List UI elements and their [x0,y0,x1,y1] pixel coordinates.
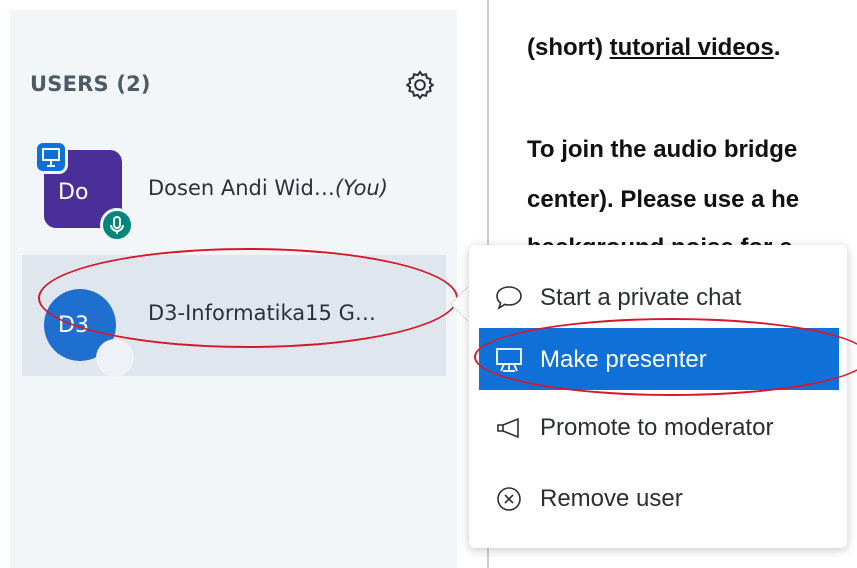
presentation-line-1: (short) tutorial videos. [527,34,781,61]
presentation-line-2: To join the audio bridge [527,136,798,163]
users-header: USERS (2) [30,72,151,96]
user-item-d3-informatika[interactable]: D3 D3-Informatika15 G… [22,255,446,377]
users-panel: USERS (2) Do Dosen Andi Wid…(You) D3 D3-… [10,10,457,568]
you-tag: (You) [334,176,388,200]
menu-item-make-presenter[interactable]: Make presenter [479,328,839,390]
user-name-me: Dosen Andi Wid…(You) [148,176,388,200]
status-dot-icon [96,339,134,377]
avatar-initials: Do [58,180,89,205]
avatar-initials: D3 [58,313,89,338]
presentation-line-3: center). Please use a he [527,186,800,213]
avatar: D3 [44,289,134,377]
tutorial-videos-link[interactable]: tutorial videos [610,34,774,61]
menu-item-label: Promote to moderator [540,414,774,441]
menu-item-label: Start a private chat [540,284,742,311]
user-name-d3: D3-Informatika15 G… [148,301,376,325]
menu-item-private-chat[interactable]: Start a private chat [479,266,839,328]
remove-circle-icon [497,487,521,511]
gear-icon[interactable] [403,68,437,102]
presenter-badge-icon [34,140,68,174]
user-context-menu: Start a private chat Make presenter Prom… [469,245,847,548]
megaphone-icon [497,417,519,439]
menu-item-remove-user[interactable]: Remove user [479,467,839,529]
microphone-icon [100,208,134,242]
menu-item-promote-moderator[interactable]: Promote to moderator [479,396,839,458]
user-item-me[interactable]: Do Dosen Andi Wid…(You) [22,128,446,248]
presenter-screen-icon [496,348,522,372]
user-name-text: Dosen Andi Wid… [148,176,335,200]
avatar: Do [34,140,134,242]
chat-bubble-icon [496,286,522,310]
menu-item-label: Remove user [540,485,683,512]
menu-item-label: Make presenter [540,346,707,373]
